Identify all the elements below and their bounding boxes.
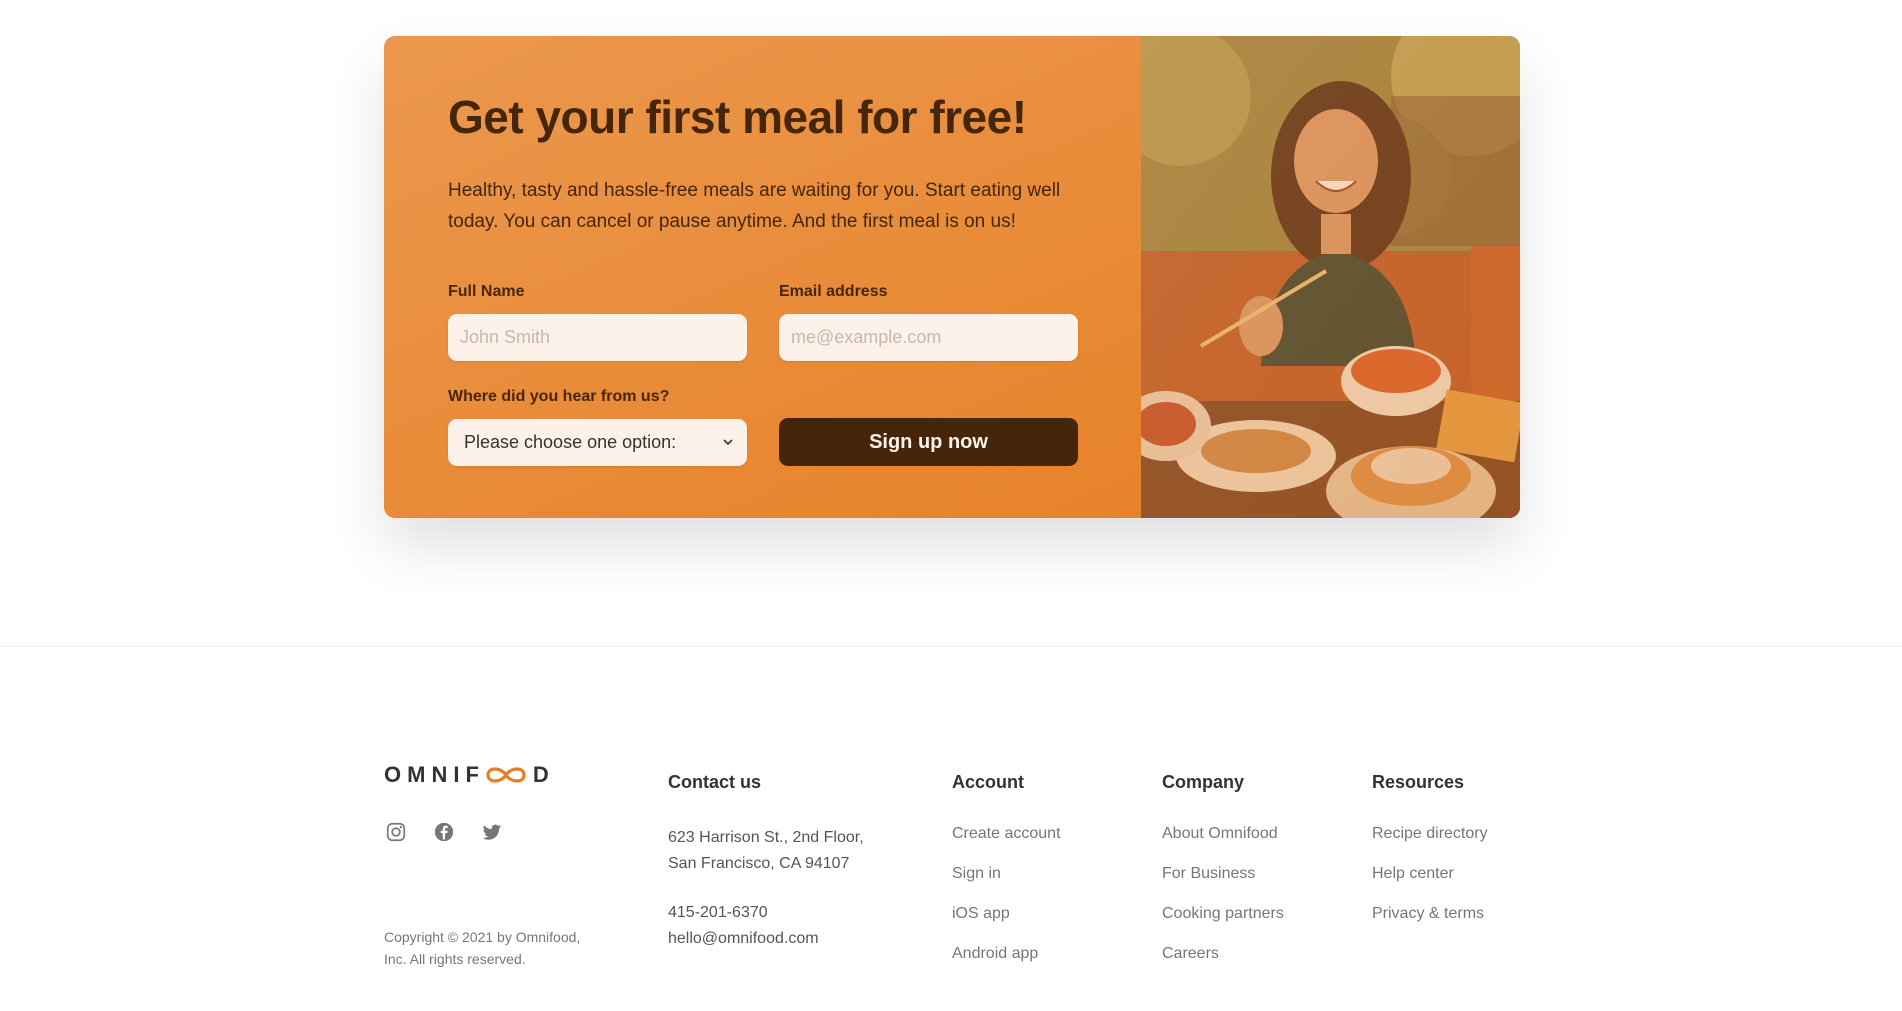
cta-card: Get your first meal for free! Healthy, t… [384,36,1520,518]
facebook-icon[interactable] [432,820,456,844]
source-field: Where did you hear from us? Please choos… [448,388,747,467]
instagram-icon[interactable] [384,820,408,844]
company-links: About Omnifood For Business Cooking part… [1162,825,1332,985]
signup-form: Full Name John Smith Email address me@ex… [448,283,1078,467]
social-links [384,820,624,844]
email-label: Email address [779,283,888,301]
contact-email[interactable]: hello@omnifood.com [668,926,898,952]
cta-text-box: Get your first meal for free! Healthy, t… [384,36,1141,518]
omnifood-logo[interactable]: OMNIF D [384,760,624,790]
contact-phone[interactable]: 415-201-6370 [668,900,898,926]
footer-company-column: Company About Omnifood For Business Cook… [1162,760,1332,985]
footer-link-help-center[interactable]: Help center [1372,865,1520,905]
cta-image [1141,36,1520,518]
submit-wrap: Sign up now [779,388,1078,467]
footer-link-careers[interactable]: Careers [1162,945,1332,985]
contact-details: 415-201-6370 hello@omnifood.com [668,900,898,953]
cta-image-tint [1141,36,1520,518]
footer-logo-column: OMNIF D Copyright © 2021 by Omnifood, In… [384,760,624,967]
source-select-value: Please choose one option: [464,432,677,453]
footer-contact-column: Contact us 623 Harrison St., 2nd Floor, … [668,760,898,953]
footer-link-cooking-partners[interactable]: Cooking partners [1162,905,1332,945]
full-name-field: Full Name John Smith [448,283,747,362]
infinity-icon [483,764,529,786]
email-input[interactable]: me@example.com [779,314,1078,362]
footer-link-ios-app[interactable]: iOS app [952,905,1122,945]
chevron-down-icon [723,436,733,450]
cta-title: Get your first meal for free! [448,91,1027,143]
footer-resources-column: Resources Recipe directory Help center P… [1372,760,1520,945]
twitter-icon[interactable] [480,820,504,844]
resources-links: Recipe directory Help center Privacy & t… [1372,825,1520,945]
cta-description: Healthy, tasty and hassle-free meals are… [448,179,1061,232]
footer-link-about[interactable]: About Omnifood [1162,825,1332,865]
footer-link-sign-in[interactable]: Sign in [952,865,1122,905]
sign-up-button[interactable]: Sign up now [779,418,1078,467]
resources-heading: Resources [1372,772,1465,792]
account-links: Create account Sign in iOS app Android a… [952,825,1122,985]
logo-text-right: D [532,762,555,787]
copyright-text: Copyright © 2021 by Omnifood, Inc. All r… [384,929,581,968]
email-field: Email address me@example.com [779,283,1078,362]
full-name-label: Full Name [448,283,525,301]
source-label: Where did you hear from us? [448,388,670,406]
company-heading: Company [1162,772,1245,792]
source-select[interactable]: Please choose one option: [448,419,747,467]
footer-link-create-account[interactable]: Create account [952,825,1122,865]
footer-link-android-app[interactable]: Android app [952,945,1122,985]
address-line-2: San Francisco, CA 94107 [668,855,850,873]
footer-account-column: Account Create account Sign in iOS app A… [952,760,1122,985]
logo-text-left: OMNIF [384,762,485,787]
full-name-input[interactable]: John Smith [448,314,747,362]
contact-heading: Contact us [668,772,762,792]
contact-address: 623 Harrison St., 2nd Floor, San Francis… [668,825,898,878]
address-line-1: 623 Harrison St., 2nd Floor, [668,829,864,846]
account-heading: Account [952,772,1024,792]
footer-divider [0,646,1902,647]
footer-link-privacy-terms[interactable]: Privacy & terms [1372,905,1520,945]
footer-link-for-business[interactable]: For Business [1162,865,1332,905]
footer-link-recipe-directory[interactable]: Recipe directory [1372,825,1520,865]
